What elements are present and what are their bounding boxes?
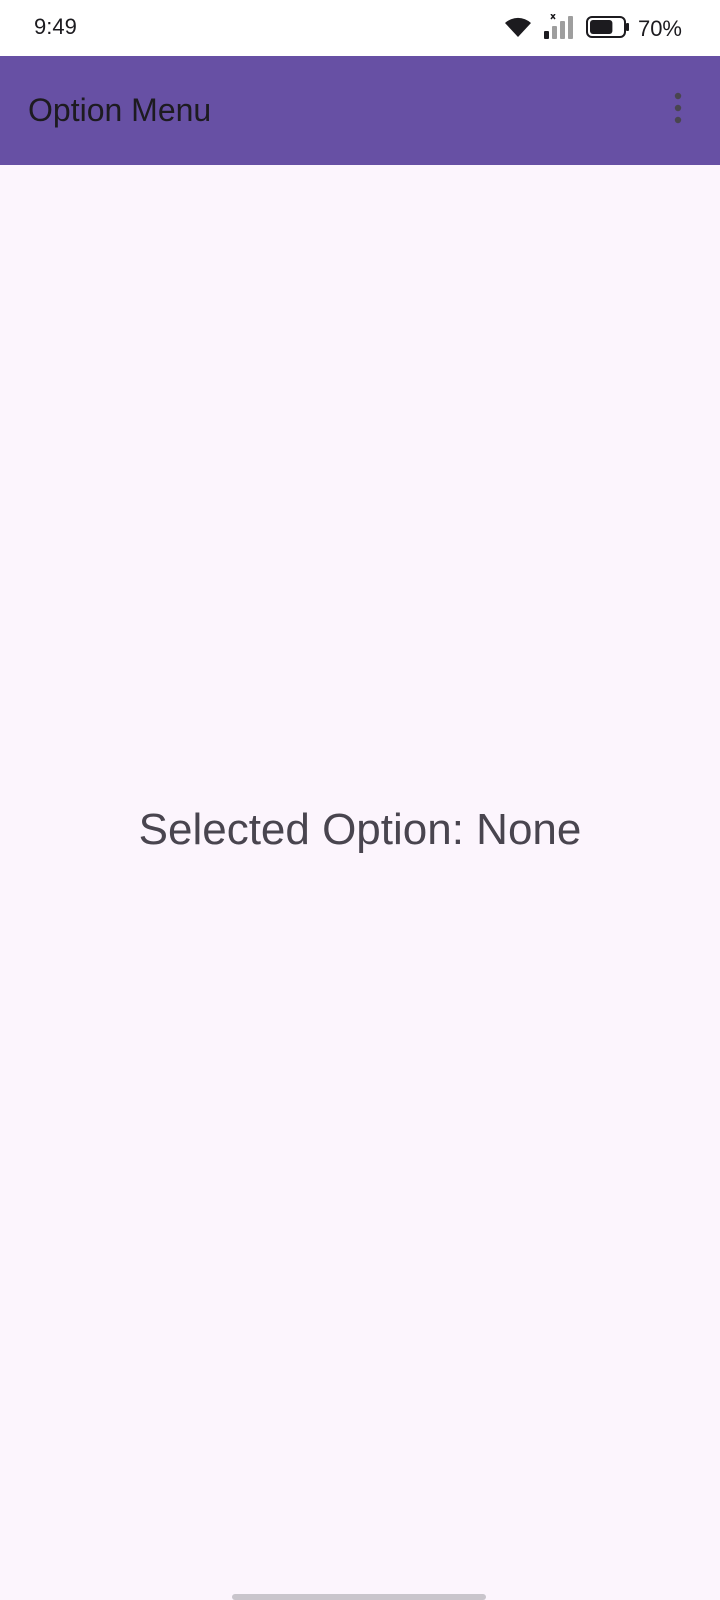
app-bar: Option Menu xyxy=(0,56,720,165)
wifi-icon xyxy=(504,16,542,43)
status-icons: 70% xyxy=(504,13,682,45)
status-time: 9:49 xyxy=(34,14,77,39)
selected-option-text: Selected Option: None xyxy=(138,805,582,854)
battery-icon xyxy=(585,15,638,43)
status-bar: 9:49 70% xyxy=(0,0,720,56)
overflow-menu-button[interactable] xyxy=(650,82,706,138)
gesture-handle[interactable] xyxy=(232,1594,486,1600)
screen: 9:49 70% Option Menu Selected Option: No… xyxy=(0,0,720,1600)
app-title: Option Menu xyxy=(28,92,212,128)
battery-percent: 70% xyxy=(637,16,682,41)
signal-icon xyxy=(542,13,586,45)
more-vert-icon xyxy=(672,92,684,129)
